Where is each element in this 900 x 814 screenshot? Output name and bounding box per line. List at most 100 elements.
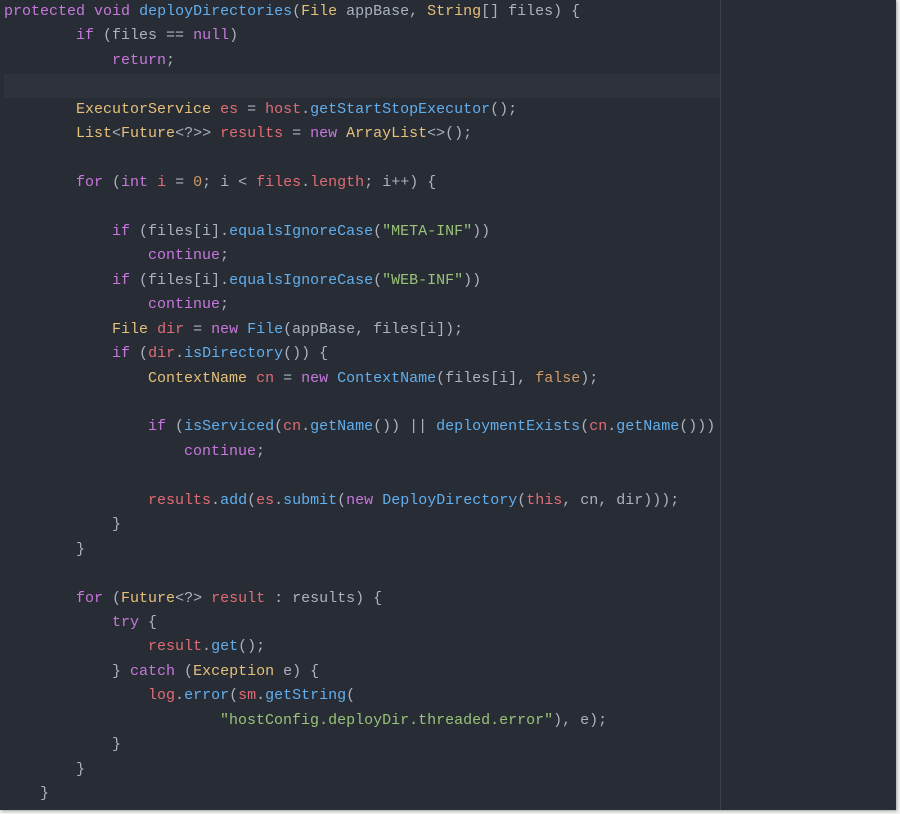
function-token: isServiced — [184, 418, 275, 436]
code-line: ​ — [4, 196, 715, 220]
variable-token: dir — [148, 345, 176, 363]
plain-token: ); — [580, 369, 599, 387]
plain-token: ()) { — [283, 345, 329, 363]
keyword-token: if — [148, 418, 167, 436]
keyword-token: null — [193, 27, 230, 45]
plain-token: ( — [274, 418, 284, 436]
code-line: result.get(); — [4, 635, 715, 659]
number-token: false — [535, 369, 581, 387]
keyword-token: try — [112, 613, 140, 631]
keyword-token: void — [94, 3, 131, 20]
plain-token: ; i++) { — [364, 174, 437, 192]
code-line: if (files[i].equalsIgnoreCase("META-INF"… — [4, 220, 715, 244]
plain-token: ( — [229, 687, 239, 705]
plain-token: } — [4, 785, 50, 802]
code-line: } — [4, 513, 715, 537]
function-token: add — [220, 491, 248, 509]
plain-token: { — [139, 613, 158, 631]
type-token: List — [76, 125, 113, 143]
plain-token: ), e); — [553, 711, 608, 729]
type-token: String — [427, 3, 482, 20]
plain-token: ( — [346, 687, 356, 705]
plain-token: ( — [373, 222, 383, 240]
code-line: if (files == null) — [4, 24, 715, 48]
type-token: ExecutorService — [76, 100, 212, 118]
code-line: protected void deployDirectories(File ap… — [4, 0, 715, 24]
function-token: getName — [616, 418, 680, 436]
code-line: continue; — [4, 244, 715, 268]
code-line: ContextName cn = new ContextName(files[i… — [4, 367, 715, 391]
variable-token: result — [211, 589, 266, 607]
code-line: } — [4, 758, 715, 782]
variable-token: dir — [157, 320, 185, 338]
plain-token: ( — [103, 589, 122, 607]
function-token: DeployDirectory — [382, 491, 518, 509]
keyword-token: for — [76, 589, 104, 607]
code-line: } — [4, 733, 715, 757]
plain-token: <?>> — [175, 125, 221, 143]
code-line: continue; — [4, 293, 715, 317]
variable-token: this — [526, 491, 563, 509]
plain-token: . — [607, 418, 617, 436]
plain-token: (files[i]. — [130, 222, 230, 240]
code-line: } — [4, 782, 715, 806]
code-line: List<Future<?>> results = new ArrayList<… — [4, 122, 715, 146]
function-token: isDirectory — [184, 345, 284, 363]
plain-token: ())) — [679, 418, 716, 436]
variable-token: files — [256, 174, 302, 192]
string-token: "META-INF" — [382, 222, 473, 240]
plain-token: ( — [517, 491, 527, 509]
code-line: } catch (Exception e) { — [4, 660, 715, 684]
plain-token: ) — [229, 27, 239, 45]
string-token: "hostConfig.deployDir.threaded.error" — [220, 711, 554, 729]
plain-token: = — [184, 320, 212, 338]
plain-token: ; i < — [202, 174, 257, 192]
function-token: getStartStopExecutor — [310, 100, 491, 118]
plain-token: )) — [472, 222, 491, 240]
keyword-token: if — [76, 27, 95, 45]
code-line: ExecutorService es = host.getStartStopEx… — [4, 98, 715, 122]
plain-token: ( — [580, 418, 590, 436]
plain-token: ( — [337, 491, 347, 509]
type-token: File — [112, 320, 149, 338]
plain-token: ( — [175, 662, 194, 680]
plain-token: ; — [166, 51, 176, 69]
code-line: } — [4, 538, 715, 562]
plain-token: ; — [220, 296, 230, 314]
function-token: equalsIgnoreCase — [229, 222, 374, 240]
keyword-token: continue — [184, 442, 257, 460]
code-line: if (files[i].equalsIgnoreCase("WEB-INF")… — [4, 269, 715, 293]
plain-token: ( — [130, 345, 149, 363]
plain-token: = — [283, 125, 311, 143]
plain-token: . — [301, 174, 311, 192]
plain-token: <>(); — [427, 125, 473, 143]
plain-token: . — [202, 638, 212, 656]
code-line: try { — [4, 611, 715, 635]
plain-token: ; — [220, 247, 230, 265]
function-token: deployDirectories — [139, 3, 293, 20]
code-line: File dir = new File(appBase, files[i]); — [4, 318, 715, 342]
plain-token: = — [166, 174, 194, 192]
plain-token: : results) { — [265, 589, 383, 607]
plain-token: . — [301, 100, 311, 118]
plain-token: } — [4, 760, 86, 778]
code-editor[interactable]: protected void deployDirectories(File ap… — [0, 0, 896, 810]
code-content[interactable]: protected void deployDirectories(File ap… — [4, 0, 715, 806]
plain-token: ( — [292, 3, 302, 20]
plain-token: . — [301, 418, 311, 436]
